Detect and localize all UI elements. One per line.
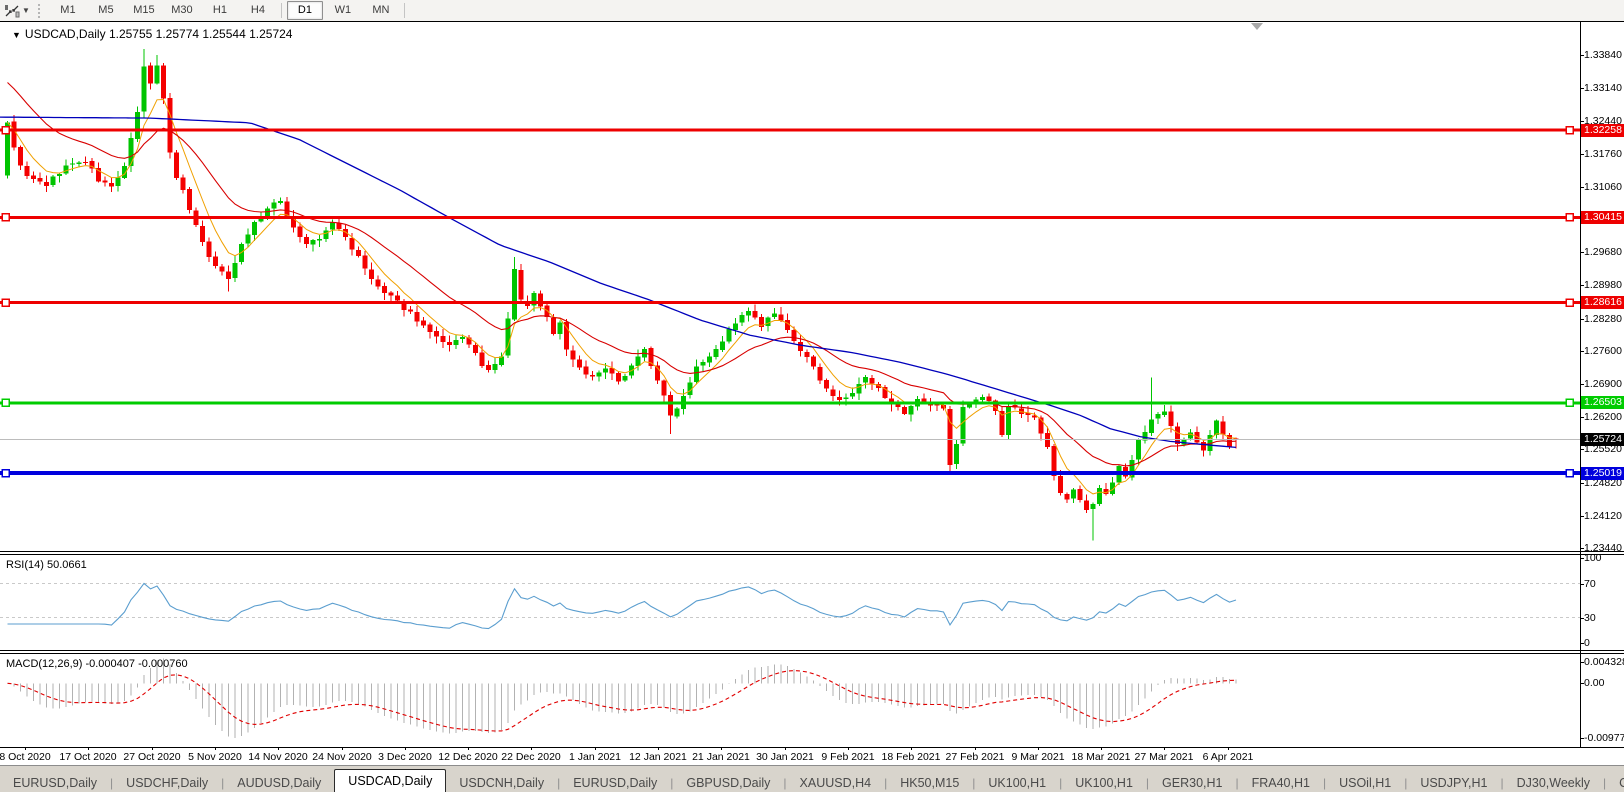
mt4-terminal-window: ▼ M1 M5 M15 M30 H1 H4 D1 W1 MN ▼ USDCAD,Daily 1.2… [0, 0, 1624, 792]
chart-tab-xauusd-h4[interactable]: XAUUSD,H4 [787, 773, 885, 792]
macd-signal-line [7, 670, 1237, 732]
toolbar-separator [280, 3, 282, 18]
level-marker[interactable] [1565, 398, 1574, 408]
level-marker[interactable] [1, 125, 10, 135]
timeframe-button-group: M1 M5 M15 M30 H1 H4 D1 W1 MN [49, 1, 409, 20]
chart-window[interactable]: ▼ USDCAD,Daily 1.25755 1.25774 1.25544 1.… [0, 21, 1624, 765]
candles [5, 48, 1239, 541]
level-marker[interactable] [1565, 213, 1574, 222]
timeframe-button-h1[interactable]: H1 [202, 1, 238, 20]
level-marker[interactable] [1, 213, 10, 222]
chart-tab-eurusd-daily[interactable]: EURUSD,Daily [560, 773, 670, 792]
chart-tab-usdcnh-daily[interactable]: USDCNH,Daily [446, 773, 557, 792]
level-marker[interactable] [1565, 468, 1574, 478]
rsi-panel-canvas[interactable] [0, 555, 1580, 650]
timeframe-button-mn[interactable]: MN [363, 1, 399, 20]
chart-tab-usoil-h1[interactable]: USOil,H1 [1326, 773, 1404, 792]
chart-tab-gbpusd-daily[interactable]: GBPUSD,Daily [673, 773, 783, 792]
timeframe-button-m30[interactable]: M30 [164, 1, 200, 20]
price-axis-hitarea[interactable] [1580, 22, 1624, 747]
chart-tab-usdchf-daily[interactable]: USDCHF,Daily [113, 773, 221, 792]
level-marker[interactable] [1, 468, 10, 478]
chart-top-border [0, 21, 1624, 22]
timeframe-button-h4[interactable]: H4 [240, 1, 276, 20]
timeframe-button-m15[interactable]: M15 [126, 1, 162, 20]
date-axis-hitarea[interactable] [0, 748, 1580, 765]
moving-averages [0, 82, 1237, 495]
level-marker[interactable] [1565, 298, 1574, 307]
chart-tab-dj30-weekly[interactable]: DJ30,Weekly [1504, 773, 1603, 792]
chart-tab-uk100-h1[interactable]: UK100,H1 [1062, 773, 1146, 792]
tool-dropdown-caret-icon[interactable]: ▼ [22, 6, 30, 15]
timeframe-button-w1[interactable]: W1 [325, 1, 361, 20]
toolbar-separator [403, 3, 405, 18]
chart-tab-uk100-h1[interactable]: UK100,H1 [975, 773, 1059, 792]
chart-tab-china300-h1[interactable]: CHINA300,H1 [1606, 773, 1624, 792]
panel-separator [0, 650, 1624, 651]
level-marker[interactable] [1, 398, 10, 408]
timeframe-button-m1[interactable]: M1 [50, 1, 86, 20]
chart-crosshair-icon[interactable] [4, 4, 20, 18]
main-chart-canvas[interactable] [0, 22, 1580, 551]
macd-histogram [13, 658, 1237, 738]
timeframe-toolbar: ▼ M1 M5 M15 M30 H1 H4 D1 W1 MN [0, 0, 1624, 22]
chart-tab-usdjpy-h1[interactable]: USDJPY,H1 [1407, 773, 1500, 792]
rsi-label: RSI(14) 50.0661 [6, 559, 87, 571]
chart-tab-fra40-h1[interactable]: FRA40,H1 [1239, 773, 1323, 792]
chart-tab-eurusd-daily[interactable]: EURUSD,Daily [0, 773, 110, 792]
macd-panel-canvas[interactable] [0, 654, 1580, 747]
level-marker[interactable] [1, 298, 10, 307]
macd-label: MACD(12,26,9) -0.000407 -0.000760 [6, 658, 188, 670]
chart-tab-ger30-h1[interactable]: GER30,H1 [1149, 773, 1235, 792]
chart-tab-hk50-m15[interactable]: HK50,M15 [887, 773, 972, 792]
chart-tabs-bar: EURUSD,Daily | USDCHF,Daily | AUDUSD,Daily US… [0, 765, 1624, 792]
chart-tab-audusd-daily[interactable]: AUDUSD,Daily [224, 773, 334, 792]
panel-separator [0, 551, 1624, 552]
rsi-line [7, 582, 1237, 630]
timeframe-button-d1[interactable]: D1 [286, 1, 323, 20]
chart-tab-usdcad-daily[interactable]: USDCAD,Daily [334, 769, 447, 792]
toolbar-grip [37, 3, 43, 18]
level-marker[interactable] [1565, 125, 1574, 135]
timeframe-button-m5[interactable]: M5 [88, 1, 124, 20]
